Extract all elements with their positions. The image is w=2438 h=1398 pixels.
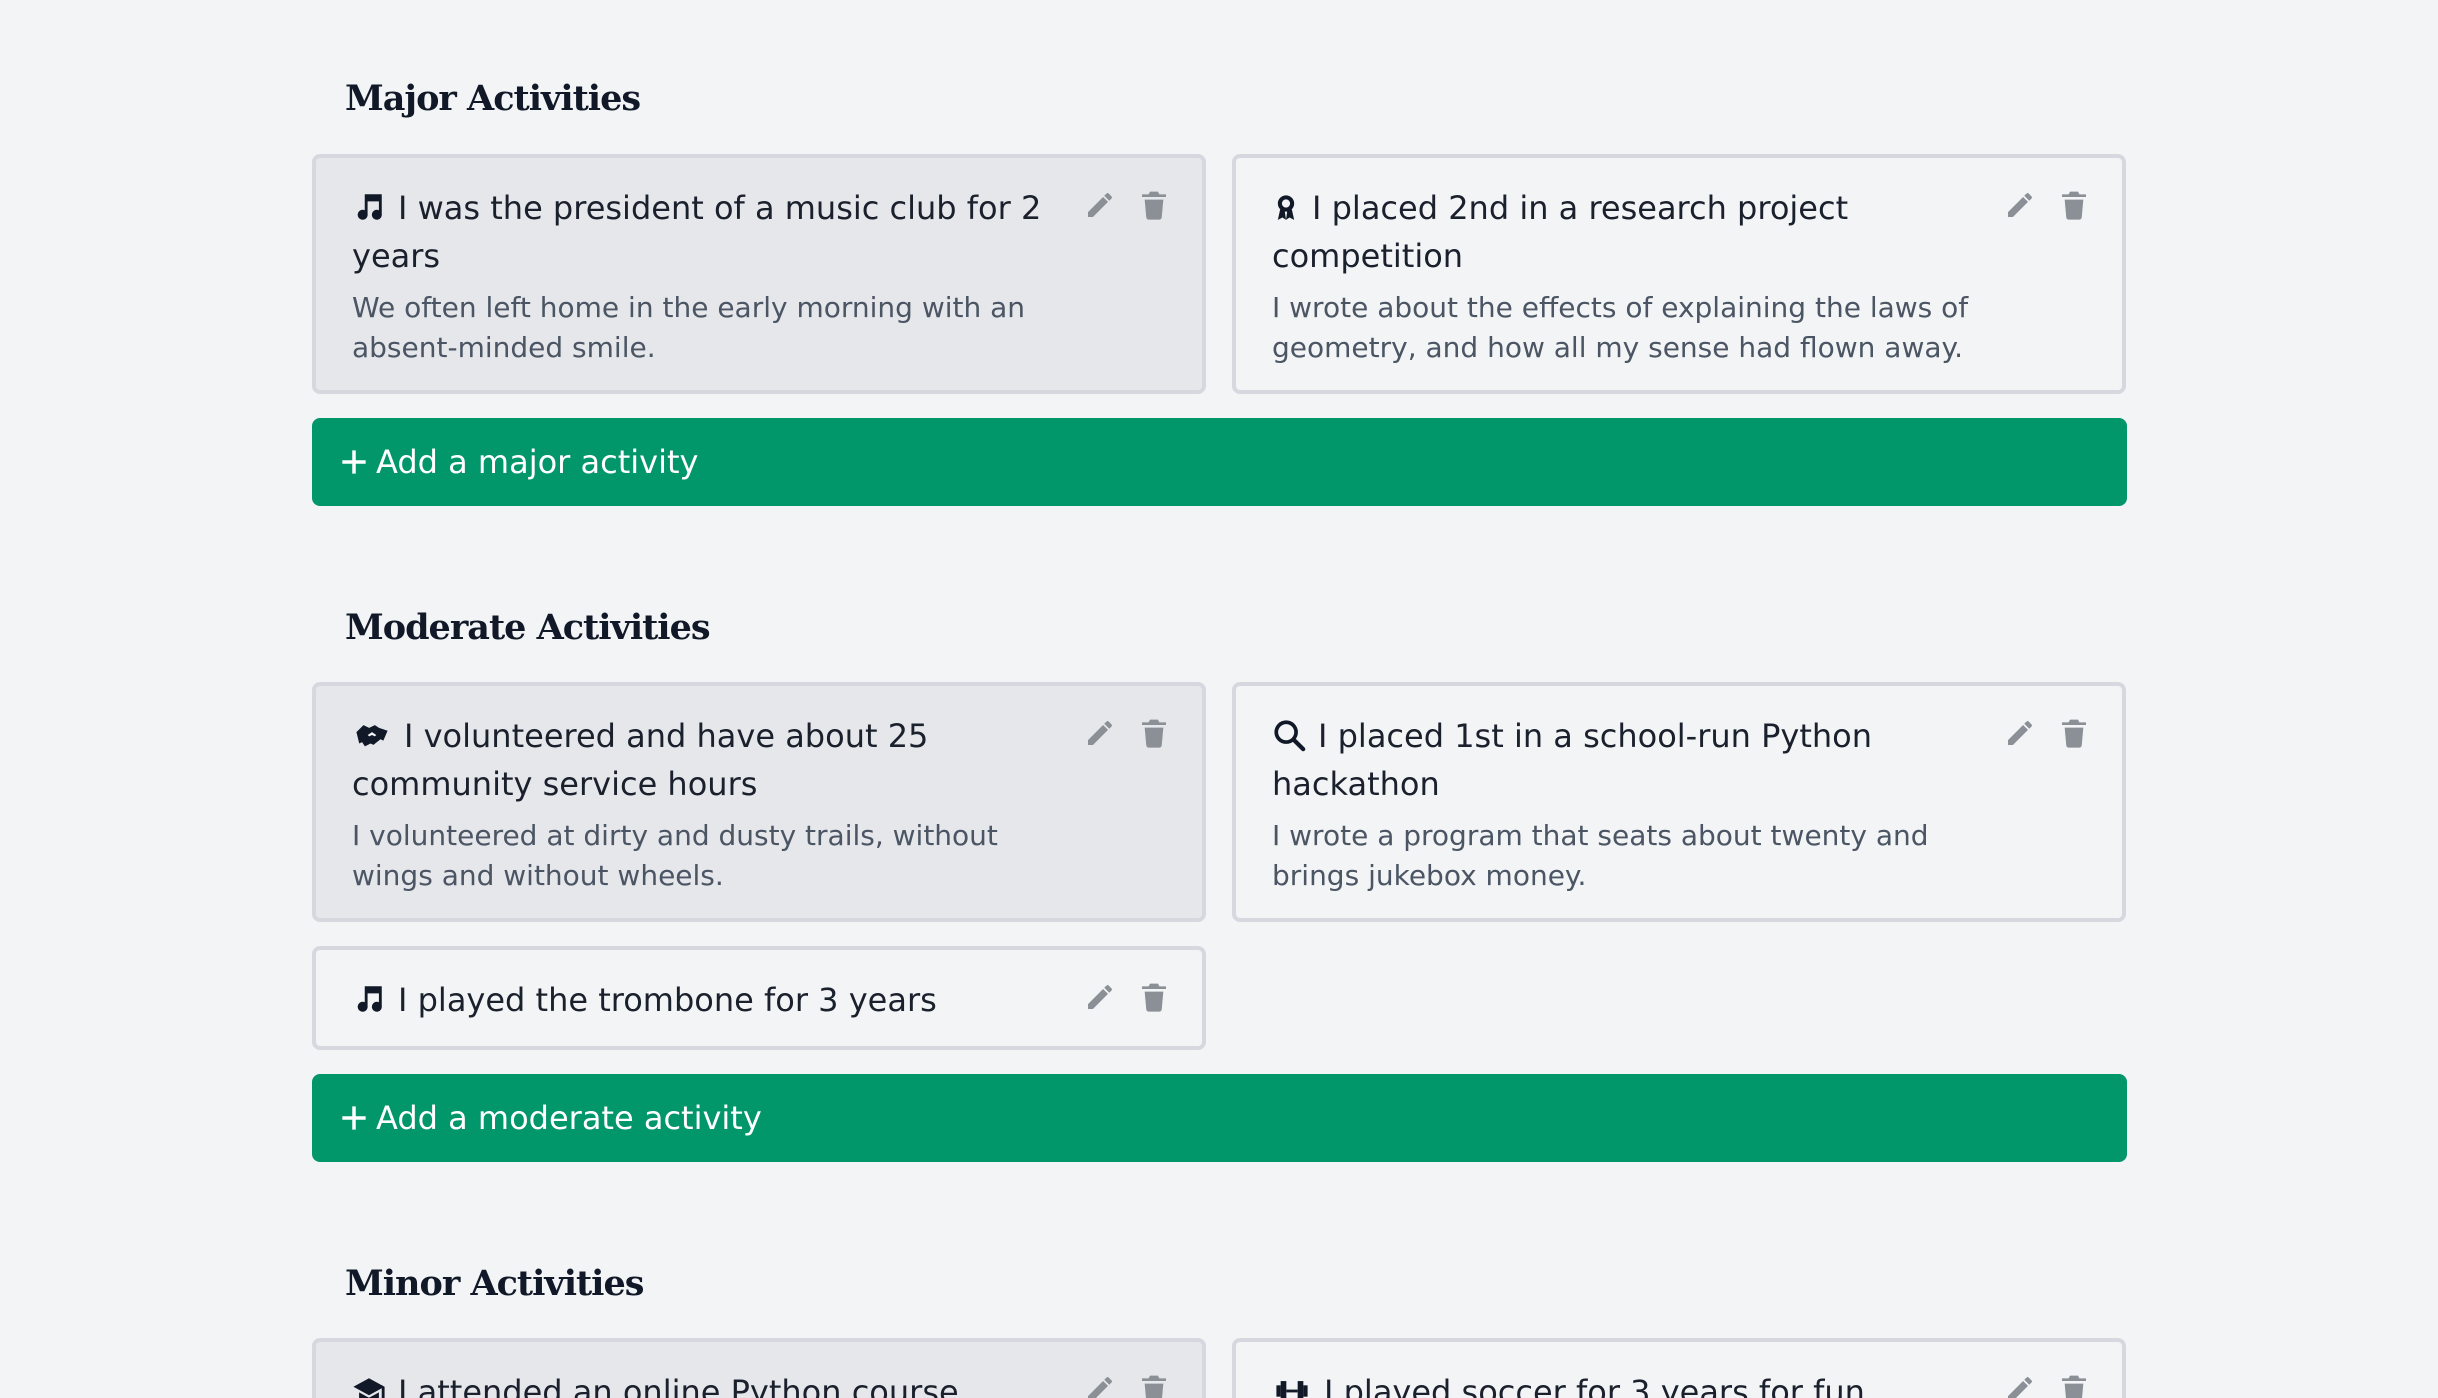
edit-pencil-icon[interactable]: [2004, 716, 2036, 750]
section-title-moderate: Moderate Activities: [345, 607, 711, 648]
card-actions: [1084, 980, 1170, 1014]
delete-trash-icon[interactable]: [1138, 716, 1170, 750]
delete-trash-icon[interactable]: [1138, 980, 1170, 1014]
music-note-icon: [352, 190, 386, 224]
activity-card-title: I placed 2nd in a research project compe…: [1272, 184, 1972, 280]
activity-card[interactable]: I was the president of a music club for …: [312, 154, 1206, 394]
card-actions: [2004, 716, 2090, 750]
activity-card[interactable]: I placed 2nd in a research project compe…: [1232, 154, 2126, 394]
plus-icon: [340, 1104, 368, 1132]
activity-title-text: I placed 1st in a school-run Python hack…: [1272, 717, 1873, 803]
activity-title-text: I placed 2nd in a research project compe…: [1272, 189, 1849, 275]
delete-trash-icon[interactable]: [2058, 1372, 2090, 1398]
add-moderate-activity-label: Add a moderate activity: [376, 1099, 762, 1137]
dumbbell-icon: [1272, 1374, 1312, 1398]
card-actions: [2004, 1372, 2090, 1398]
activity-card-title: I played the trombone for 3 years: [352, 976, 1052, 1024]
activity-card-description: We often left home in the early morning …: [352, 291, 1026, 364]
activity-card-title: I attended an online Python course: [352, 1368, 1052, 1398]
edit-pencil-icon[interactable]: [2004, 188, 2036, 222]
add-major-activity-button[interactable]: Add a major activity: [312, 418, 2127, 506]
edit-pencil-icon[interactable]: [1084, 716, 1116, 750]
music-note-icon: [352, 982, 386, 1016]
edit-pencil-icon[interactable]: [1084, 188, 1116, 222]
activity-card-title: I was the president of a music club for …: [352, 184, 1052, 280]
delete-trash-icon[interactable]: [1138, 1372, 1170, 1398]
activity-card-description: I volunteered at dirty and dusty trails,…: [352, 819, 998, 892]
edit-pencil-icon[interactable]: [2004, 1372, 2036, 1398]
graduation-cap-icon: [352, 1374, 386, 1398]
section-title-minor: Minor Activities: [345, 1263, 644, 1304]
activity-card[interactable]: I attended an online Python course: [312, 1338, 1206, 1398]
activity-title-text: I was the president of a music club for …: [352, 189, 1042, 275]
activity-card-description: I wrote about the effects of explaining …: [1272, 291, 1969, 364]
card-actions: [1084, 188, 1170, 222]
card-actions: [2004, 188, 2090, 222]
delete-trash-icon[interactable]: [1138, 188, 1170, 222]
activity-title-text: I played soccer for 3 years for fun: [1324, 1373, 1865, 1398]
activity-title-text: I played the trombone for 3 years: [398, 981, 937, 1019]
delete-trash-icon[interactable]: [2058, 716, 2090, 750]
activity-card-title: I volunteered and have about 25 communit…: [352, 712, 1052, 808]
add-moderate-activity-button[interactable]: Add a moderate activity: [312, 1074, 2127, 1162]
activity-title-text: I attended an online Python course: [398, 1373, 959, 1398]
handshake-icon: [352, 718, 392, 752]
activities-page: Major Activities I was the president of …: [0, 0, 2438, 1398]
activity-card[interactable]: I played soccer for 3 years for fun: [1232, 1338, 2126, 1398]
delete-trash-icon[interactable]: [2058, 188, 2090, 222]
card-actions: [1084, 1372, 1170, 1398]
edit-pencil-icon[interactable]: [1084, 980, 1116, 1014]
search-icon: [1272, 718, 1306, 752]
activity-title-text: I volunteered and have about 25 communit…: [352, 717, 929, 803]
card-actions: [1084, 716, 1170, 750]
section-title-major: Major Activities: [345, 78, 641, 119]
activity-card[interactable]: I volunteered and have about 25 communit…: [312, 682, 1206, 922]
edit-pencil-icon[interactable]: [1084, 1372, 1116, 1398]
plus-icon: [340, 448, 368, 476]
activity-card[interactable]: I placed 1st in a school-run Python hack…: [1232, 682, 2126, 922]
activity-card-title: I placed 1st in a school-run Python hack…: [1272, 712, 1972, 808]
activity-card-description: I wrote a program that seats about twent…: [1272, 819, 1929, 892]
add-major-activity-label: Add a major activity: [376, 443, 699, 481]
activity-card-title: I played soccer for 3 years for fun: [1272, 1368, 1972, 1398]
award-ribbon-icon: [1272, 190, 1300, 224]
activity-card[interactable]: I played the trombone for 3 years: [312, 946, 1206, 1050]
